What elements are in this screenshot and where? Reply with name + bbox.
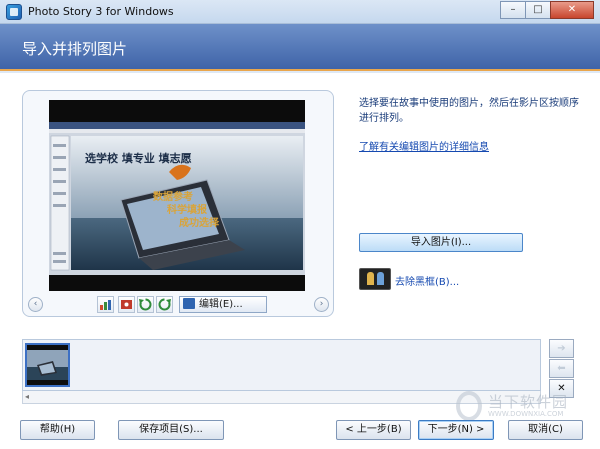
preview-toolbar: ‹ 编辑(E)... ›	[23, 295, 335, 313]
help-button[interactable]: 帮助(H)	[20, 420, 95, 440]
learn-more-link[interactable]: 了解有关编辑图片的详细信息	[359, 138, 489, 153]
watermark-text: 当下软件园	[488, 393, 569, 411]
watermark-logo-icon	[456, 391, 482, 421]
photo-story-app-icon	[6, 4, 22, 20]
move-left-button[interactable]: ⬅	[549, 359, 574, 378]
save-project-button[interactable]: 保存项目(S)...	[118, 420, 224, 440]
move-right-button[interactable]: ➔	[549, 339, 574, 358]
filmstrip-thumbnail[interactable]	[25, 343, 70, 387]
window-title: Photo Story 3 for Windows	[28, 5, 174, 18]
cancel-button[interactable]: 取消(C)	[508, 420, 583, 440]
remove-black-borders-label[interactable]: 去除黑框(B)...	[395, 273, 459, 288]
edit-pencil-icon	[183, 298, 195, 309]
rotate-right-icon[interactable]	[156, 296, 173, 313]
maximize-button[interactable]: □	[525, 1, 551, 19]
remove-black-borders-icon	[359, 268, 391, 290]
main-content: 选学校 填专业 填志愿 数据参考 科学填报 成功选择 ‹ 编辑(E)... › …	[0, 73, 600, 449]
instruction-text: 选择要在故事中使用的图片，然后在影片区按顺序进行排列。	[359, 98, 579, 124]
back-button[interactable]: < 上一步(B)	[336, 420, 411, 440]
page-title: 导入并排列图片	[22, 40, 128, 58]
screenshot-line-2: 科学填报	[167, 203, 207, 216]
minimize-button[interactable]: –	[500, 1, 526, 19]
screenshot-line-3: 成功选择	[179, 216, 220, 229]
auto-correct-icon[interactable]	[97, 296, 114, 313]
edit-picture-button[interactable]: 编辑(E)...	[179, 296, 267, 313]
picture-preview: 选学校 填专业 填志愿 数据参考 科学填报 成功选择	[49, 100, 305, 291]
screenshot-slogan: 选学校 填专业 填志愿	[85, 151, 192, 165]
import-pictures-button[interactable]: 导入图片(I)...	[359, 233, 523, 252]
filmstrip[interactable]	[22, 339, 541, 391]
close-button[interactable]: ✕	[550, 1, 594, 19]
watermark: 当下软件园 WWW.DOWNXIA.COM	[456, 389, 586, 423]
red-eye-icon[interactable]	[118, 296, 135, 313]
screenshot-line-1: 数据参考	[153, 190, 193, 203]
next-button[interactable]: 下一步(N) >	[418, 420, 494, 440]
previous-picture-arrow[interactable]: ‹	[28, 297, 43, 312]
watermark-url: WWW.DOWNXIA.COM	[488, 410, 564, 418]
preview-picture: 选学校 填专业 填志愿 数据参考 科学填报 成功选择	[49, 100, 305, 291]
preview-panel: 选学校 填专业 填志愿 数据参考 科学填报 成功选择 ‹ 编辑(E)... ›	[22, 90, 334, 317]
edit-button-label: 编辑(E)...	[199, 299, 243, 310]
window-controls: – □ ✕	[500, 1, 594, 19]
scroll-left-arrow[interactable]: ◂	[25, 392, 29, 401]
title-bar: Photo Story 3 for Windows – □ ✕	[0, 0, 600, 24]
wizard-header: 导入并排列图片	[0, 24, 600, 71]
rotate-left-icon[interactable]	[137, 296, 154, 313]
next-picture-arrow[interactable]: ›	[314, 297, 329, 312]
